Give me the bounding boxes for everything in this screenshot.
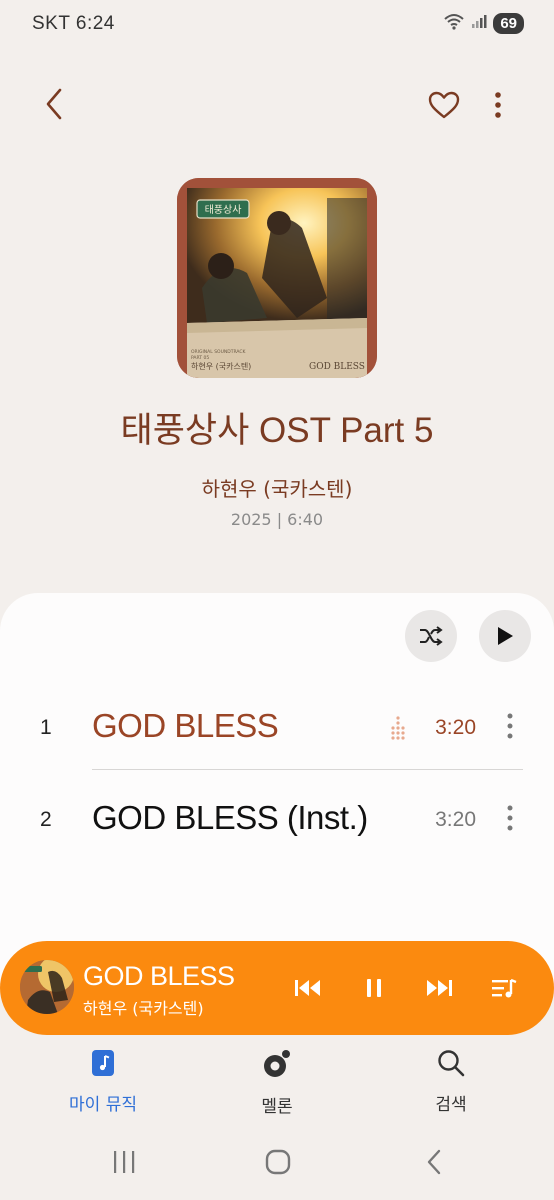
queue-button[interactable]: [487, 973, 521, 1003]
track-duration: 3:20: [435, 716, 476, 739]
album-artist-link[interactable]: 하현우 (국카스텐): [0, 473, 554, 502]
cover-ost-text: ORIGINAL SOUNDTRACK: [191, 349, 247, 355]
shuffle-icon: [420, 626, 443, 646]
status-bar: SKT 6:24 69: [0, 0, 554, 52]
system-back-button[interactable]: [418, 1146, 450, 1178]
mini-player-album-art: [20, 960, 74, 1014]
home-button[interactable]: [261, 1145, 295, 1179]
track-list-sheet: 1 GOD BLESS 3:20 2 GOD BLESS (Inst.) 3:2…: [0, 593, 554, 993]
next-button[interactable]: [422, 974, 456, 1002]
recent-apps-button[interactable]: [108, 1146, 140, 1178]
shuffle-button[interactable]: [405, 610, 457, 662]
track-duration: 3:20: [435, 808, 476, 831]
cover-song-text: GOD BLESS: [309, 362, 365, 372]
pause-icon: [367, 979, 381, 997]
track-number: 1: [40, 716, 52, 739]
skip-previous-icon: [295, 980, 320, 996]
play-all-button[interactable]: [479, 610, 531, 662]
wifi-icon: [443, 12, 465, 34]
back-button[interactable]: [36, 86, 72, 122]
signal-icon: [471, 13, 487, 33]
track-row[interactable]: 1 GOD BLESS 3:20: [0, 683, 554, 773]
mini-player-artist: 하현우 (국카스텐): [83, 999, 204, 1018]
recent-apps-icon: [114, 1151, 135, 1173]
nav-label: 마이 뮤직: [69, 1095, 137, 1115]
album-title: 태풍상사 OST Part 5: [120, 411, 434, 450]
play-icon: [498, 627, 513, 645]
track-more-button[interactable]: [506, 713, 514, 743]
favorite-button[interactable]: [426, 88, 462, 122]
skip-next-icon: [427, 980, 452, 996]
heart-icon: [428, 91, 460, 119]
album-meta: 2025 | 6:40: [230, 510, 324, 529]
search-icon: [438, 1050, 465, 1077]
my-music-icon: [92, 1050, 114, 1076]
more-vert-icon: [507, 713, 513, 739]
nav-label: 멜론: [261, 1097, 293, 1117]
pause-button[interactable]: [360, 974, 388, 1002]
track-title: GOD BLESS: [92, 707, 279, 744]
system-back-icon: [427, 1149, 441, 1175]
home-icon: [265, 1149, 291, 1175]
track-number: 2: [40, 808, 52, 831]
album-cover: 태풍상사 ORIGINAL SOUNDTRACK PART 05 하현우 (국카…: [177, 178, 377, 378]
track-row[interactable]: 2 GOD BLESS (Inst.) 3:20: [0, 775, 554, 865]
track-divider: [92, 769, 523, 770]
melon-icon: [264, 1050, 290, 1077]
cover-logo-text: 태풍상사: [205, 204, 242, 216]
more-vert-icon: [507, 805, 513, 831]
back-arrow-icon: [46, 88, 62, 120]
nav-my-music[interactable]: 마이 뮤직: [43, 1048, 163, 1115]
mini-player-title: GOD BLESS: [83, 961, 235, 991]
more-options-button[interactable]: [486, 88, 510, 122]
system-nav-bar: [0, 1140, 554, 1184]
more-vert-icon: [495, 92, 501, 118]
nav-search[interactable]: 검색: [391, 1048, 511, 1115]
nav-melon[interactable]: 멜론: [217, 1048, 337, 1117]
queue-music-icon: [492, 978, 517, 998]
nav-label: 검색: [435, 1095, 467, 1115]
battery-badge: 69: [493, 12, 524, 34]
cover-artist-text: 하현우 (국카스텐): [191, 361, 251, 371]
track-more-button[interactable]: [506, 805, 514, 835]
status-icons: 69: [443, 12, 524, 34]
cover-part-text: PART 05: [191, 355, 209, 361]
carrier-time: SKT 6:24: [32, 13, 115, 34]
track-title: GOD BLESS (Inst.): [92, 799, 368, 836]
now-playing-equalizer-icon: [388, 715, 408, 745]
previous-button[interactable]: [291, 974, 325, 1002]
mini-player[interactable]: GOD BLESS 하현우 (국카스텐): [0, 941, 554, 1035]
